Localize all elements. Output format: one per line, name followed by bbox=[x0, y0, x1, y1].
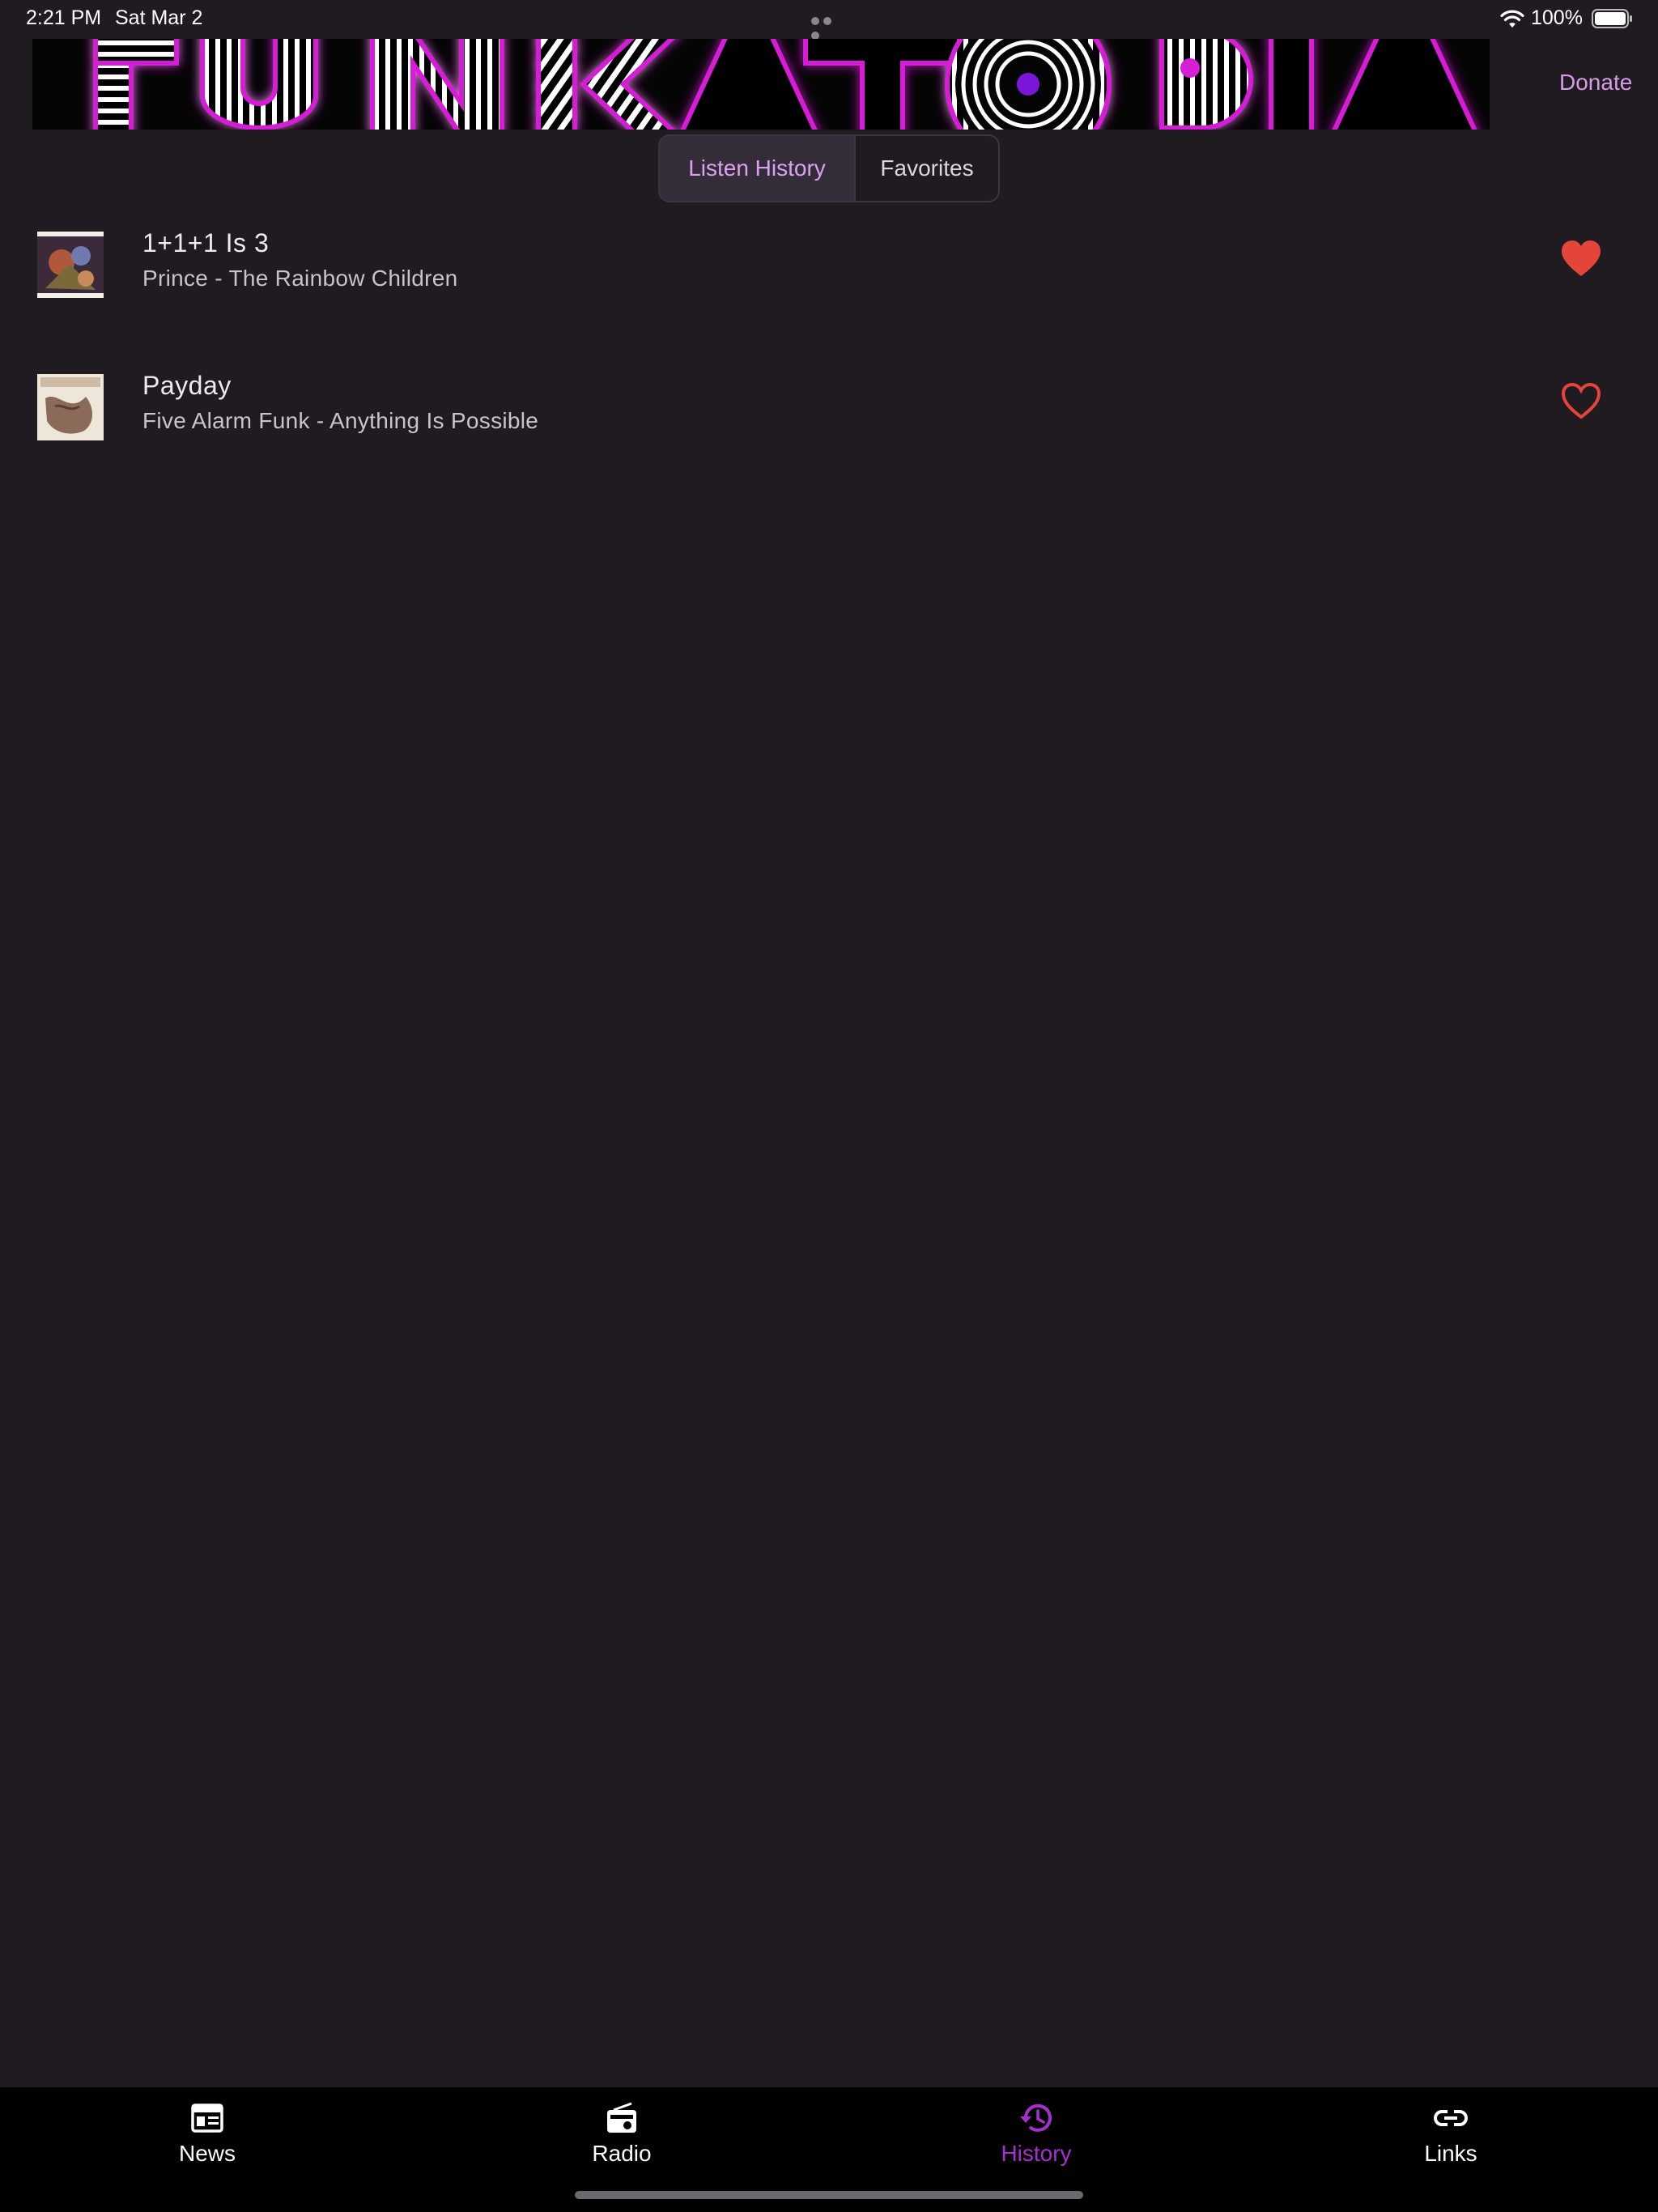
list-item[interactable]: Payday Five Alarm Funk - Anything Is Pos… bbox=[0, 358, 1658, 500]
track-title: Payday bbox=[142, 371, 232, 400]
track-artist-album: Prince - The Rainbow Children bbox=[142, 266, 458, 291]
home-indicator[interactable] bbox=[575, 2191, 1083, 2199]
history-favorites-segmented-control: Listen History Favorites bbox=[658, 134, 1000, 202]
heart-filled-icon[interactable] bbox=[1559, 238, 1603, 279]
funkatopia-logo-image bbox=[93, 39, 1477, 130]
newspaper-icon bbox=[191, 2104, 223, 2133]
status-bar: 2:21 PM Sat Mar 2 100% bbox=[0, 0, 1658, 40]
track-title: 1+1+1 Is 3 bbox=[142, 228, 270, 257]
wifi-icon bbox=[1500, 10, 1524, 28]
track-artist-album: Five Alarm Funk - Anything Is Possible bbox=[142, 408, 539, 433]
tab-label: Links bbox=[1424, 2141, 1477, 2166]
battery-icon bbox=[1592, 9, 1632, 28]
tab-label: History bbox=[1001, 2141, 1072, 2166]
donate-button[interactable]: Donate bbox=[1559, 70, 1632, 96]
tab-label: News bbox=[178, 2141, 236, 2166]
link-icon bbox=[1434, 2110, 1468, 2126]
list-item[interactable]: 1+1+1 Is 3 Prince - The Rainbow Children bbox=[0, 215, 1658, 358]
album-art bbox=[37, 232, 104, 298]
tab-history[interactable]: History bbox=[829, 2087, 1244, 2176]
album-art bbox=[37, 374, 104, 440]
tab-radio[interactable]: Radio bbox=[414, 2087, 829, 2176]
multitasking-dots-icon[interactable] bbox=[811, 15, 847, 40]
heart-outline-icon[interactable] bbox=[1559, 381, 1603, 421]
segment-favorites[interactable]: Favorites bbox=[854, 136, 998, 201]
battery-percentage: 100% bbox=[1531, 6, 1583, 29]
tab-label: Radio bbox=[592, 2141, 652, 2166]
history-icon bbox=[1020, 2104, 1052, 2132]
segment-listen-history[interactable]: Listen History bbox=[660, 136, 854, 201]
tab-news[interactable]: News bbox=[0, 2087, 414, 2176]
tab-links[interactable]: Links bbox=[1244, 2087, 1658, 2176]
status-time: 2:21 PM bbox=[26, 6, 102, 29]
funkatopia-logo-banner bbox=[32, 39, 1490, 130]
radio-icon bbox=[607, 2102, 636, 2133]
status-date: Sat Mar 2 bbox=[115, 6, 203, 29]
listen-history-list: 1+1+1 Is 3 Prince - The Rainbow Children… bbox=[0, 215, 1658, 500]
